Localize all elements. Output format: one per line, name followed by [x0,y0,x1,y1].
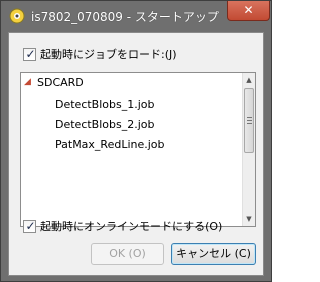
load-job-checkbox-box[interactable]: ✓ [23,46,36,61]
online-mode-checkbox[interactable]: ✓ 起動時にオンラインモードにする(O) [23,218,222,234]
dialog-body: ✓ 起動時にジョブをロード:(J) ◢ SDCARD DetectBlobs_1… [8,32,264,276]
online-mode-checkbox-box[interactable]: ✓ [23,218,36,233]
tree-node-sdcard[interactable]: ◢ SDCARD [21,75,236,91]
scrollbar-thumb[interactable] [244,88,254,153]
scroll-down-arrow-icon[interactable]: ▼ [243,212,255,226]
ok-button[interactable]: OK (O) [91,243,164,265]
window-title: is7802_070809 - スタートアップ [31,10,219,24]
cancel-button[interactable]: キャンセル (C) [171,243,256,265]
job-list[interactable]: ◢ SDCARD DetectBlobs_1.job DetectBlobs_2… [20,72,256,227]
app-icon [9,8,25,24]
expanded-triangle-icon[interactable]: ◢ [24,77,31,87]
load-job-checkbox-label: 起動時にジョブをロード:(J) [40,48,177,61]
online-mode-checkbox-label: 起動時にオンラインモードにする(O) [40,220,223,233]
startup-dialog: is7802_070809 - スタートアップ ✕ ✓ 起動時にジョブをロード:… [0,0,272,282]
scroll-up-arrow-icon[interactable]: ▲ [243,73,255,87]
job-list-item[interactable]: PatMax_RedLine.job [55,138,165,151]
load-job-checkbox[interactable]: ✓ 起動時にジョブをロード:(J) [23,46,177,62]
close-icon: ✕ [243,3,254,17]
job-list-item[interactable]: DetectBlobs_1.job [55,98,155,111]
title-bar[interactable]: is7802_070809 - スタートアップ ✕ [1,1,271,32]
vertical-scrollbar[interactable]: ▲ ▼ [242,73,255,226]
check-mark-icon: ✓ [25,46,36,61]
job-list-item[interactable]: DetectBlobs_2.job [55,118,155,131]
close-button[interactable]: ✕ [227,1,270,21]
check-mark-icon: ✓ [25,218,36,233]
tree-node-label: SDCARD [37,76,84,89]
